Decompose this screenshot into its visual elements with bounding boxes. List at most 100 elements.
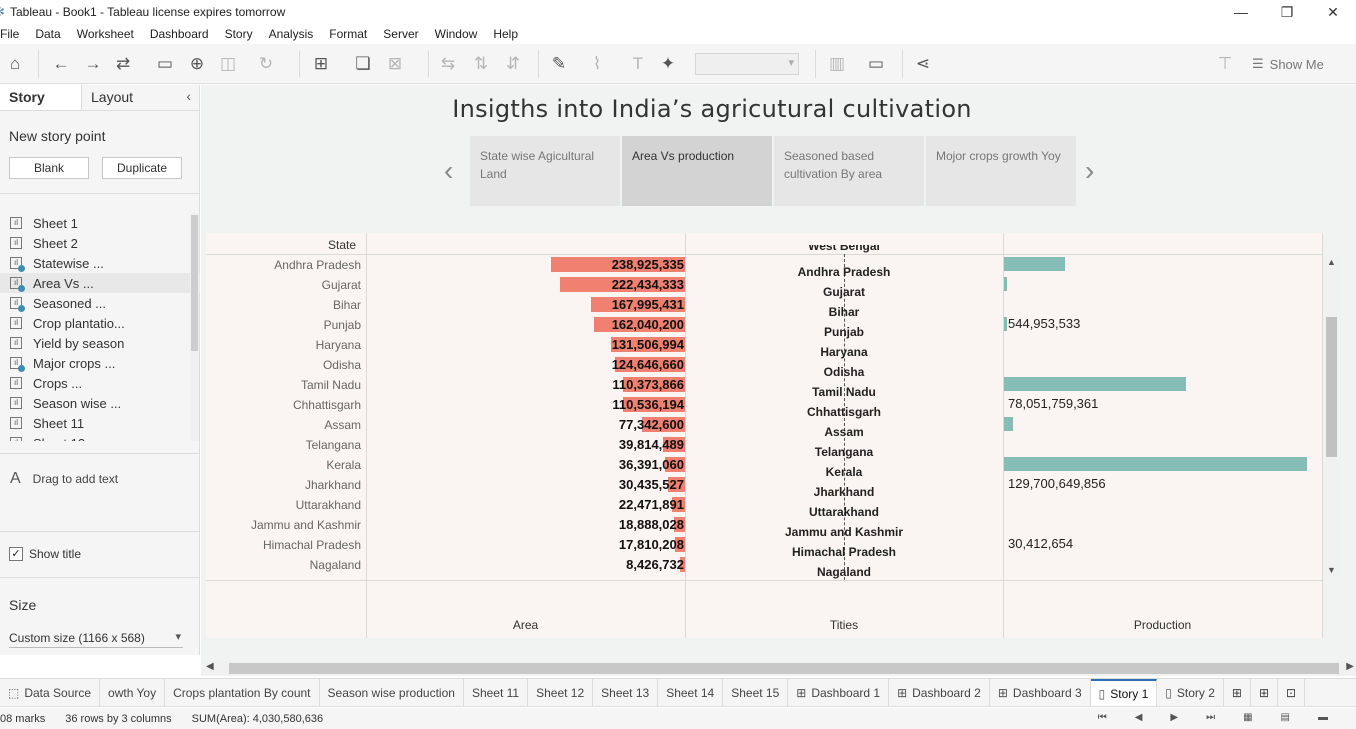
refresh-icon[interactable]: ↻: [256, 54, 276, 74]
production-bar[interactable]: [1004, 317, 1007, 331]
sheet-tab[interactable]: Sheet 12: [528, 679, 594, 706]
production-bar[interactable]: [1004, 417, 1013, 431]
sheet-list-item[interactable]: ıl Sheet 1: [0, 213, 200, 233]
sheet-tab[interactable]: ⬚ Data Source: [0, 679, 101, 706]
state-row-label[interactable]: Chhattisgarh: [293, 398, 361, 412]
state-row-label[interactable]: Himachal Pradesh: [263, 538, 361, 552]
group-members-icon[interactable]: ⌇: [587, 54, 607, 74]
sort-ascending-icon[interactable]: ⇅: [471, 54, 491, 74]
sheet-tab[interactable]: Sheet 15: [723, 679, 789, 706]
production-bar[interactable]: [1004, 377, 1186, 391]
production-bar[interactable]: [1004, 457, 1307, 471]
sheet-list-item[interactable]: ıl Area Vs ...: [0, 273, 200, 293]
sheet-tab[interactable]: Crops plantation By count: [165, 679, 320, 706]
menu-story[interactable]: Story: [217, 27, 261, 41]
show-title-toggle[interactable]: ✓ Show title: [9, 547, 81, 561]
filmstrip-icon[interactable]: ▤: [1281, 712, 1290, 723]
pause-updates-icon[interactable]: ◫: [218, 54, 238, 74]
tabs-view-icon[interactable]: ▬: [1318, 712, 1328, 723]
sheet-list-item[interactable]: ıl Yield by season: [0, 333, 200, 353]
redo-icon[interactable]: →: [83, 54, 103, 74]
story-point-2[interactable]: Area Vs production: [622, 136, 772, 206]
tab-layout[interactable]: Layout: [82, 85, 142, 110]
show-mark-labels-icon[interactable]: T: [628, 54, 648, 74]
sheet-list-item[interactable]: ıl Statewise ...: [0, 253, 200, 273]
minimize-icon[interactable]: —: [1218, 0, 1264, 24]
show-me-button[interactable]: ☰ Show Me: [1252, 56, 1324, 72]
previous-story-point-icon[interactable]: ‹: [444, 155, 453, 187]
clear-sheet-icon[interactable]: ⊠: [385, 54, 405, 74]
sheet-tab[interactable]: Season wise production: [320, 679, 464, 706]
scroll-down-icon[interactable]: ▼: [1325, 565, 1338, 575]
close-icon[interactable]: ✕: [1310, 0, 1356, 24]
scroll-up-icon[interactable]: ▲: [1325, 257, 1338, 267]
sheet-tab[interactable]: Sheet 14: [658, 679, 724, 706]
sheet-list-item[interactable]: ıl Crops ...: [0, 373, 200, 393]
menu-window[interactable]: Window: [427, 27, 486, 41]
save-icon[interactable]: ▭: [155, 54, 175, 74]
state-row-label[interactable]: Punjab: [324, 318, 361, 332]
state-row-label[interactable]: Uttarakhand: [296, 498, 361, 512]
swap-rows-columns-icon[interactable]: ⇆: [438, 54, 458, 74]
drag-to-add-text[interactable]: A Drag to add text: [10, 470, 118, 488]
state-row-label[interactable]: Kerala: [326, 458, 361, 472]
state-row-label[interactable]: Jharkhand: [305, 478, 361, 492]
sheet-list-item[interactable]: ıl Crop plantatio...: [0, 313, 200, 333]
last-sheet-icon[interactable]: ⏭: [1206, 712, 1215, 723]
menu-file[interactable]: File: [0, 27, 27, 41]
sort-descending-icon[interactable]: ⇵: [503, 54, 523, 74]
menu-data[interactable]: Data: [27, 27, 68, 41]
state-row-label[interactable]: Nagaland: [310, 558, 361, 572]
sheet-tab[interactable]: ⊞ Dashboard 1: [788, 679, 890, 706]
state-row-label[interactable]: Gujarat: [322, 278, 361, 292]
state-row-label[interactable]: Odisha: [323, 358, 361, 372]
state-row-label[interactable]: Haryana: [316, 338, 361, 352]
new-dashboard-tab-icon[interactable]: ⊞: [1251, 679, 1278, 706]
menu-help[interactable]: Help: [485, 27, 526, 41]
show-title-checkbox[interactable]: ✓: [9, 547, 23, 561]
sheet-list-item[interactable]: ıl Season wise ...: [0, 393, 200, 413]
scroll-thumb[interactable]: [1326, 317, 1337, 457]
state-row-label[interactable]: Jammu and Kashmir: [251, 518, 361, 532]
highlight-icon[interactable]: ✎: [549, 54, 569, 74]
share-icon[interactable]: ⋖: [913, 54, 933, 74]
state-row-label[interactable]: Tamil Nadu: [301, 378, 361, 392]
presentation-mode-icon[interactable]: ▭: [866, 54, 886, 74]
size-dropdown[interactable]: Custom size (1166 x 568): [9, 628, 183, 648]
story-point-3[interactable]: Seasoned based cultivation By area: [774, 136, 924, 206]
sheet-sorter-icon[interactable]: ▦: [1243, 712, 1252, 723]
sheet-tab[interactable]: ▯ Story 2: [1157, 679, 1224, 706]
sheet-tab[interactable]: ⊞ Dashboard 2: [889, 679, 990, 706]
duplicate-button[interactable]: Duplicate: [102, 157, 182, 179]
state-row-label[interactable]: Assam: [324, 418, 361, 432]
scroll-thumb[interactable]: [191, 215, 198, 351]
tab-story[interactable]: Story: [0, 85, 82, 110]
format-painter-icon[interactable]: ⊤: [1215, 54, 1235, 74]
new-worksheet-icon[interactable]: ⊞: [311, 54, 331, 74]
fit-dropdown[interactable]: [695, 53, 799, 75]
first-sheet-icon[interactable]: ⏮: [1098, 712, 1107, 723]
story-point-4[interactable]: Mojor crops growth Yoy: [926, 136, 1076, 206]
state-row-label[interactable]: Telangana: [306, 438, 361, 452]
fix-axes-icon[interactable]: ✦: [658, 54, 678, 74]
restore-icon[interactable]: ❐: [1264, 0, 1310, 24]
sheet-list-item[interactable]: ıl Seasoned ...: [0, 293, 200, 313]
state-row-label[interactable]: Bihar: [333, 298, 361, 312]
sheet-tab[interactable]: Sheet 11: [464, 679, 529, 706]
production-bar[interactable]: [1004, 277, 1007, 291]
new-worksheet-tab-icon[interactable]: ⊞: [1224, 679, 1251, 706]
sheet-list-item[interactable]: ıl Sheet 12: [0, 433, 200, 441]
duplicate-sheet-icon[interactable]: ❏: [353, 54, 373, 74]
replay-icon[interactable]: ⇄: [113, 54, 133, 74]
sheet-tab[interactable]: Sheet 13: [593, 679, 659, 706]
undo-icon[interactable]: ←: [51, 54, 71, 74]
next-sheet-icon[interactable]: ▶: [1170, 712, 1178, 723]
menu-worksheet[interactable]: Worksheet: [69, 27, 142, 41]
next-story-point-icon[interactable]: ›: [1085, 155, 1094, 187]
chart-vertical-scrollbar[interactable]: ▲ ▼: [1325, 255, 1338, 577]
sheet-list-scrollbar[interactable]: [190, 213, 199, 441]
canvas-horizontal-scrollbar[interactable]: ◀ ▶: [201, 661, 1356, 676]
menu-analysis[interactable]: Analysis: [261, 27, 322, 41]
menu-dashboard[interactable]: Dashboard: [142, 27, 217, 41]
home-icon[interactable]: ⌂: [5, 54, 25, 74]
